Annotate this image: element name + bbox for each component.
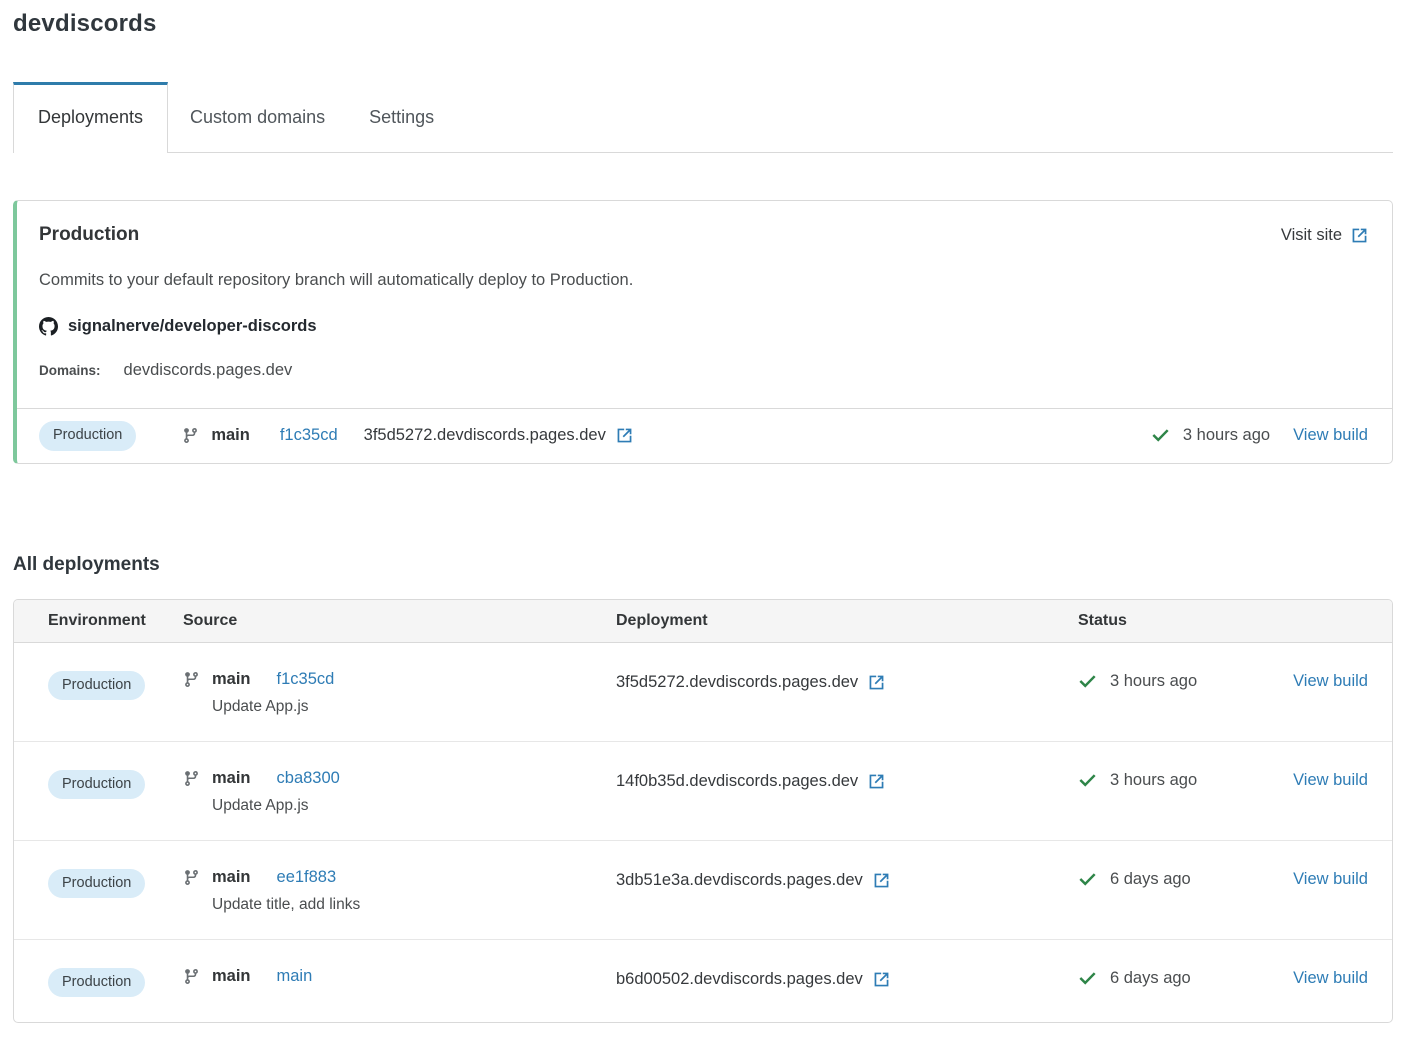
- deployment-cell: b6d00502.devdiscords.pages.dev: [616, 967, 1078, 989]
- branch-name: main: [212, 967, 251, 986]
- commit-link[interactable]: f1c35cd: [277, 670, 335, 689]
- page-title: devdiscords: [13, 10, 1393, 38]
- column-header-status: Status: [1078, 612, 1392, 630]
- external-link-icon: [1351, 227, 1368, 244]
- git-branch-icon: [183, 968, 200, 985]
- branch-name: main: [211, 426, 250, 445]
- branch-name: main: [212, 769, 251, 788]
- environment-cell: Production: [48, 670, 183, 701]
- commit-message: Update App.js: [183, 797, 616, 815]
- column-header-source: Source: [183, 612, 616, 630]
- status-time: 3 hours ago: [1110, 771, 1197, 790]
- status-time: 3 hours ago: [1183, 426, 1270, 445]
- domains-label: Domains:: [39, 363, 101, 378]
- deployments-table-body: Production main f1c35cd Update App.js 3f…: [14, 643, 1392, 1023]
- status-cell: 3 hours ago View build: [1078, 670, 1392, 691]
- external-link-icon[interactable]: [616, 427, 633, 444]
- status-cell: 3 hours ago View build: [1078, 769, 1392, 790]
- production-deployment-row: Production main f1c35cd 3f5d5272.devdisc…: [17, 408, 1392, 463]
- commit-link[interactable]: cba8300: [277, 769, 340, 788]
- table-row: Production main main b6d00502.devdiscord…: [14, 940, 1392, 1023]
- source-cell: main main: [183, 967, 616, 986]
- view-build-link[interactable]: View build: [1293, 672, 1368, 691]
- status-time: 6 days ago: [1110, 969, 1191, 988]
- column-header-environment: Environment: [48, 612, 183, 630]
- environment-badge: Production: [48, 869, 145, 899]
- success-check-icon: [1078, 870, 1097, 889]
- external-link-icon[interactable]: [868, 773, 885, 790]
- success-check-icon: [1078, 969, 1097, 988]
- deployment-url: 3f5d5272.devdiscords.pages.dev: [364, 426, 606, 445]
- success-check-icon: [1151, 426, 1170, 445]
- commit-message: Update title, add links: [183, 896, 616, 914]
- tab-settings[interactable]: Settings: [347, 83, 456, 152]
- view-build-link[interactable]: View build: [1293, 969, 1368, 988]
- commit-link[interactable]: ee1f883: [277, 868, 337, 887]
- git-branch-icon: [183, 671, 200, 688]
- production-card: Production Visit site Commits to your de…: [13, 200, 1393, 464]
- page: devdiscords Deployments Custom domains S…: [0, 0, 1413, 1023]
- source-cell: main ee1f883 Update title, add links: [183, 868, 616, 914]
- success-check-icon: [1078, 672, 1097, 691]
- status-time: 6 days ago: [1110, 870, 1191, 889]
- source-cell: main f1c35cd Update App.js: [183, 670, 616, 716]
- external-link-icon[interactable]: [868, 674, 885, 691]
- environment-badge: Production: [48, 770, 145, 800]
- git-branch-icon: [182, 427, 199, 444]
- environment-cell: Production: [48, 769, 183, 800]
- status-cell: 6 days ago View build: [1078, 967, 1392, 988]
- table-row: Production main cba8300 Update App.js 14…: [14, 742, 1392, 841]
- environment-badge: Production: [48, 671, 145, 701]
- column-header-deployment: Deployment: [616, 612, 1078, 630]
- status-cell: 6 days ago View build: [1078, 868, 1392, 889]
- table-row: Production main f1c35cd Update App.js 3f…: [14, 643, 1392, 742]
- domains-value: devdiscords.pages.dev: [124, 361, 293, 380]
- git-branch-icon: [183, 869, 200, 886]
- branch-name: main: [212, 868, 251, 887]
- visit-site-label: Visit site: [1281, 226, 1342, 245]
- environment-cell: Production: [48, 967, 183, 998]
- environment-badge: Production: [48, 968, 145, 998]
- visit-site-link[interactable]: Visit site: [1281, 226, 1368, 245]
- environment-cell: Production: [48, 868, 183, 899]
- tab-custom-domains[interactable]: Custom domains: [168, 83, 347, 152]
- deployment-cell: 3f5d5272.devdiscords.pages.dev: [616, 670, 1078, 692]
- deployment-cell: 14f0b35d.devdiscords.pages.dev: [616, 769, 1078, 791]
- status-time: 3 hours ago: [1110, 672, 1197, 691]
- success-check-icon: [1078, 771, 1097, 790]
- source-cell: main cba8300 Update App.js: [183, 769, 616, 815]
- deployment-url: 3f5d5272.devdiscords.pages.dev: [616, 673, 858, 692]
- production-card-title: Production: [39, 224, 139, 246]
- commit-link[interactable]: f1c35cd: [280, 426, 338, 445]
- github-icon: [39, 317, 58, 336]
- view-build-link[interactable]: View build: [1293, 426, 1368, 445]
- deployment-cell: 3db51e3a.devdiscords.pages.dev: [616, 868, 1078, 890]
- branch-name: main: [212, 670, 251, 689]
- environment-badge: Production: [39, 421, 136, 451]
- deployments-table-header: Environment Source Deployment Status: [14, 600, 1392, 643]
- external-link-icon[interactable]: [873, 872, 890, 889]
- production-description: Commits to your default repository branc…: [39, 271, 1368, 290]
- tab-bar: Deployments Custom domains Settings: [13, 82, 1393, 153]
- git-branch-icon: [183, 770, 200, 787]
- deployments-table: Environment Source Deployment Status Pro…: [13, 599, 1393, 1024]
- view-build-link[interactable]: View build: [1293, 870, 1368, 889]
- deployment-url: 3db51e3a.devdiscords.pages.dev: [616, 871, 863, 890]
- tab-deployments[interactable]: Deployments: [13, 82, 168, 153]
- commit-message: Update App.js: [183, 698, 616, 716]
- view-build-link[interactable]: View build: [1293, 771, 1368, 790]
- deployment-url: b6d00502.devdiscords.pages.dev: [616, 970, 863, 989]
- commit-link[interactable]: main: [277, 967, 313, 986]
- all-deployments-heading: All deployments: [13, 554, 1393, 576]
- repo-name: signalnerve/developer-discords: [68, 317, 317, 336]
- table-row: Production main ee1f883 Update title, ad…: [14, 841, 1392, 940]
- deployment-url: 14f0b35d.devdiscords.pages.dev: [616, 772, 858, 791]
- external-link-icon[interactable]: [873, 971, 890, 988]
